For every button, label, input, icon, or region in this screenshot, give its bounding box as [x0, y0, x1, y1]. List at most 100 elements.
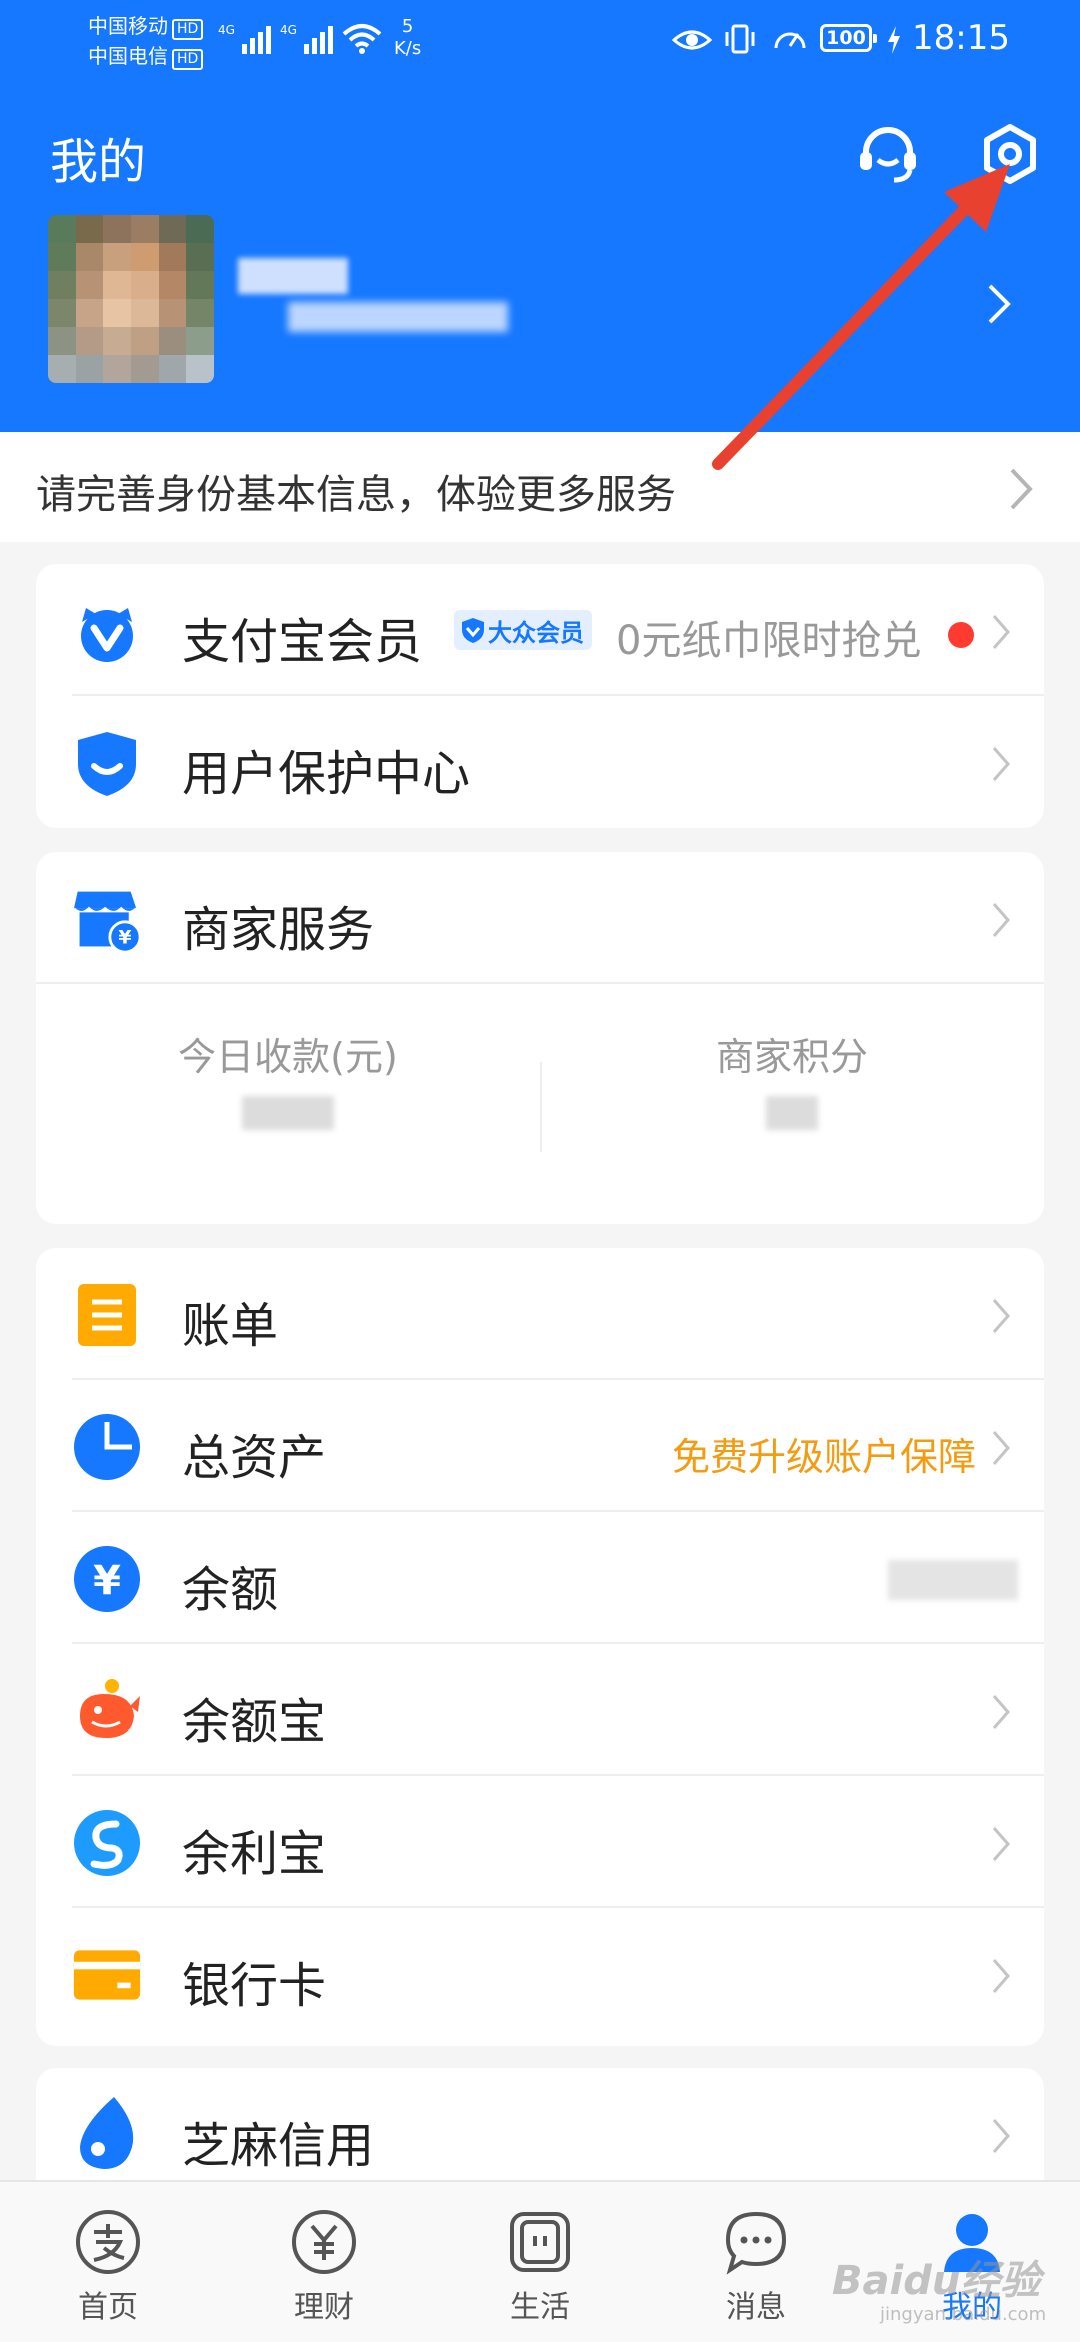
svg-text:¥: ¥ — [118, 927, 131, 949]
list-item-yulibao[interactable]: 余利宝 — [36, 1776, 1044, 1908]
chevron-right-icon — [992, 1299, 1010, 1333]
list-item-merchant-service[interactable]: ¥ 商家服务 — [36, 852, 1044, 984]
svg-text:¥: ¥ — [93, 1558, 121, 1604]
yulibao-label: 余利宝 — [182, 1826, 327, 1882]
member-card: 支付宝会员 大众会员 0元纸巾限时抢兑 用户保护中心 — [36, 564, 1044, 828]
tab-home[interactable]: 首页 — [38, 2206, 178, 2326]
member-v-icon — [72, 596, 142, 666]
customer-service-button[interactable] — [852, 118, 924, 190]
svg-text:4G: 4G — [218, 23, 235, 37]
member-level-label: 大众会员 — [488, 618, 584, 647]
carrier-1: 中国移动 HD — [88, 10, 204, 40]
yuebao-icon — [72, 1676, 142, 1746]
chat-bubble-icon — [720, 2206, 792, 2278]
vibrate-icon — [725, 24, 755, 54]
header: 中国移动 HD 中国电信 HD 4G 4G 5 K/s 100 18:15 我的 — [0, 0, 1080, 432]
yuebao-label: 余额宝 — [182, 1694, 327, 1750]
today-income-value-blurred — [242, 1096, 334, 1130]
merchant-points-stat[interactable]: 商家积分 — [540, 984, 1044, 1224]
pie-chart-icon — [72, 1412, 142, 1482]
svg-text:4G: 4G — [280, 23, 297, 37]
bill-label: 账单 — [182, 1298, 279, 1354]
chevron-right-icon — [992, 1959, 1010, 1993]
battery-indicator: 100 — [820, 24, 877, 52]
speedometer-icon — [774, 32, 806, 49]
eye-icon — [672, 30, 712, 50]
signal-icon: 4G — [280, 23, 333, 54]
assets-card: 账单 总资产 免费升级账户保障 ¥ 余额 余额宝 余利宝 银行卡 — [36, 1248, 1044, 2046]
user-protection-label: 用户保护中心 — [182, 746, 471, 802]
chevron-right-icon — [992, 1695, 1010, 1729]
sesame-credit-label: 芝麻信用 — [182, 2118, 375, 2174]
balance-label: 余额 — [182, 1562, 279, 1618]
tab-life-label: 生活 — [510, 2290, 570, 2325]
yuan-icon: ¥ — [72, 1544, 142, 1614]
today-income-label: 今日收款(元) — [178, 1035, 398, 1079]
chevron-right-icon — [992, 903, 1010, 937]
member-shield-icon — [462, 618, 484, 643]
net-speed-unit: K/s — [394, 38, 422, 59]
net-speed-value: 5 — [401, 16, 414, 37]
charging-icon — [888, 26, 900, 54]
watermark-logo: Baidu经验 — [832, 2258, 1041, 2304]
bank-card-label: 银行卡 — [182, 1958, 327, 2014]
member-level-badge: 大众会员 — [454, 610, 592, 650]
net-speed: 5 K/s — [394, 16, 421, 60]
member-label: 支付宝会员 — [182, 614, 423, 670]
wifi-icon — [342, 24, 382, 54]
total-assets-label: 总资产 — [182, 1430, 327, 1486]
page-title: 我的 — [50, 134, 147, 190]
chevron-right-icon — [992, 615, 1010, 649]
headset-icon — [860, 127, 916, 183]
hd-badge: HD — [172, 49, 204, 70]
status-bar: 中国移动 HD 中国电信 HD 4G 4G 5 K/s 100 18:15 — [0, 0, 1080, 80]
chevron-right-icon — [992, 1827, 1010, 1861]
chevron-right-icon — [1010, 468, 1033, 510]
chevron-right-icon — [992, 1431, 1010, 1465]
list-item-bill[interactable]: 账单 — [36, 1248, 1044, 1380]
balance-value-blurred — [888, 1560, 1018, 1600]
member-promo-text: 0元纸巾限时抢兑 — [616, 618, 922, 664]
list-item-sesame-credit[interactable]: 芝麻信用 — [36, 2068, 1044, 2180]
chevron-right-icon — [992, 747, 1010, 781]
shield-icon — [72, 728, 142, 798]
yulibao-icon — [72, 1808, 142, 1878]
yuan-circle-icon — [288, 2206, 360, 2278]
settings-button[interactable] — [974, 118, 1046, 190]
merchant-points-value-blurred — [766, 1096, 818, 1130]
tab-wealth[interactable]: 理财 — [254, 2206, 394, 2326]
life-icon — [504, 2206, 576, 2278]
avatar[interactable] — [48, 215, 214, 383]
hd-badge: HD — [172, 19, 204, 40]
account-protection-hint[interactable]: 免费升级账户保障 — [672, 1426, 976, 1481]
list-item-balance[interactable]: ¥ 余额 — [36, 1512, 1044, 1644]
clock: 18:15 — [912, 18, 1010, 58]
list-item-total-assets[interactable]: 总资产 免费升级账户保障 — [36, 1380, 1044, 1512]
carrier-1-label: 中国移动 — [88, 14, 168, 38]
list-item-bank-card[interactable]: 银行卡 — [36, 1908, 1044, 2040]
tab-home-label: 首页 — [78, 2290, 138, 2325]
gear-icon — [984, 124, 1036, 184]
tab-life[interactable]: 生活 — [470, 2206, 610, 2326]
notification-dot — [948, 622, 974, 648]
alipay-icon — [72, 2206, 144, 2278]
chevron-right-icon — [992, 2119, 1010, 2153]
today-income-stat[interactable]: 今日收款(元) — [36, 984, 540, 1224]
bank-card-icon — [72, 1940, 142, 2010]
shop-icon: ¥ — [72, 884, 142, 954]
credit-card: 芝麻信用 — [36, 2068, 1044, 2180]
merchant-service-label: 商家服务 — [182, 902, 375, 958]
carrier-2: 中国电信 HD — [88, 40, 204, 70]
tab-messages[interactable]: 消息 — [686, 2206, 826, 2326]
list-item-yuebao[interactable]: 余额宝 — [36, 1644, 1044, 1776]
list-item-user-protection[interactable]: 用户保护中心 — [36, 696, 1044, 828]
profile-notice[interactable]: 请完善身份基本信息，体验更多服务 — [0, 432, 1080, 542]
watermark-url: jingyan.baidu.com — [880, 2304, 1047, 2325]
signal-icon: 4G — [218, 23, 271, 54]
sesame-credit-icon — [72, 2097, 142, 2169]
list-item-member[interactable]: 支付宝会员 大众会员 0元纸巾限时抢兑 — [36, 564, 1044, 696]
merchant-card: ¥ 商家服务 今日收款(元) 商家积分 — [36, 852, 1044, 1224]
tab-messages-label: 消息 — [726, 2290, 786, 2325]
bill-icon — [72, 1280, 142, 1350]
chevron-right-icon[interactable] — [980, 280, 1020, 328]
